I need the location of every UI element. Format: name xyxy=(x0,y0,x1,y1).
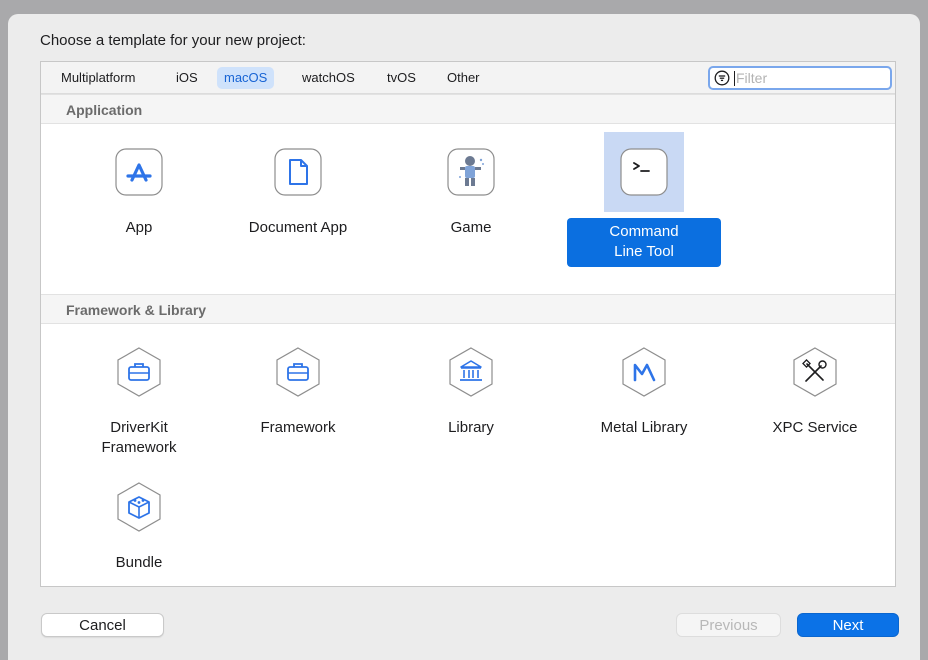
filter-input[interactable] xyxy=(736,69,886,87)
template-icon-box xyxy=(99,467,179,547)
toolbox-icon xyxy=(276,347,320,397)
template-icon-box xyxy=(99,332,179,412)
dialog-prompt: Choose a template for your new project: xyxy=(40,32,306,49)
template-label: Bundle xyxy=(115,554,163,571)
filter-field[interactable] xyxy=(708,66,892,90)
document-icon xyxy=(274,148,322,196)
tab-watchos[interactable]: watchOS xyxy=(295,67,362,89)
tab-ios[interactable]: iOS xyxy=(169,67,205,89)
template-icon-box xyxy=(775,332,855,412)
tab-other[interactable]: Other xyxy=(440,67,487,89)
template-icon-box-selected xyxy=(604,132,684,212)
template-label: DriverKit Framework xyxy=(101,419,177,456)
new-project-dialog: Choose a template for your new project: … xyxy=(8,14,920,660)
tab-tvos[interactable]: tvOS xyxy=(380,67,423,89)
template-panel: Multiplatform iOS macOS watchOS tvOS Oth… xyxy=(40,61,896,587)
template-icon-box xyxy=(604,332,684,412)
tab-macos[interactable]: macOS xyxy=(217,67,275,89)
template-label: Framework xyxy=(260,419,336,436)
template-label-selected: Command Line Tool xyxy=(567,218,721,267)
platform-tab-bar: Multiplatform iOS macOS watchOS tvOS Oth… xyxy=(41,62,895,94)
terminal-icon xyxy=(620,148,668,196)
template-icon-box xyxy=(258,332,338,412)
template-icon-box xyxy=(258,132,338,212)
filter-icon xyxy=(714,70,730,86)
template-icon-box xyxy=(431,132,511,212)
next-button[interactable]: Next xyxy=(797,613,899,637)
cube-icon xyxy=(117,482,161,532)
template-label: XPC Service xyxy=(772,419,858,436)
cancel-button[interactable]: Cancel xyxy=(41,613,164,637)
tools-icon xyxy=(793,347,837,397)
metal-icon xyxy=(622,347,666,397)
toolbox-icon xyxy=(117,347,161,397)
template-label: App xyxy=(125,219,153,236)
section-header-framework-library: Framework & Library xyxy=(41,294,895,324)
app-store-icon xyxy=(115,148,163,196)
tab-multiplatform[interactable]: Multiplatform xyxy=(54,67,142,89)
text-caret xyxy=(734,71,735,86)
template-label: Library xyxy=(448,419,494,436)
template-icon-box xyxy=(431,332,511,412)
template-label: Game xyxy=(450,219,492,236)
section-header-application: Application xyxy=(41,94,895,124)
template-label: Metal Library xyxy=(600,419,688,436)
library-icon xyxy=(449,347,493,397)
previous-button[interactable]: Previous xyxy=(676,613,781,637)
template-icon-box xyxy=(99,132,179,212)
template-label: Document App xyxy=(248,219,348,236)
game-icon xyxy=(447,148,495,196)
